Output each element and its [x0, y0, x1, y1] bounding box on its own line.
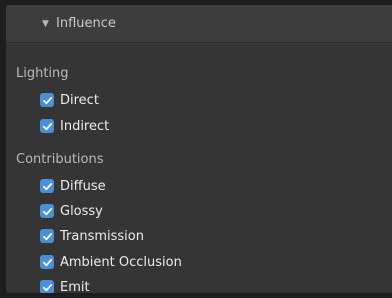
checkbox-direct[interactable]: [40, 93, 54, 107]
checkbox-label-transmission: Transmission: [60, 228, 144, 244]
checkbox-row-diffuse[interactable]: Diffuse: [40, 177, 106, 195]
checkmark-icon: [42, 232, 52, 240]
checkbox-glossy[interactable]: [40, 204, 54, 218]
checkbox-row-direct[interactable]: Direct: [40, 91, 99, 109]
checkmark-icon: [42, 182, 52, 190]
triangle-down-icon: ▼: [42, 18, 49, 29]
checkbox-row-emit[interactable]: Emit: [40, 278, 90, 293]
checkmark-icon: [42, 207, 52, 215]
checkmark-icon: [42, 96, 52, 104]
checkbox-row-ambient-occlusion[interactable]: Ambient Occlusion: [40, 253, 182, 271]
influence-panel: ▼ Influence Lighting Direct Indirect Con…: [6, 5, 392, 293]
checkbox-indirect[interactable]: [40, 119, 54, 133]
checkbox-label-indirect: Indirect: [60, 118, 110, 134]
checkmark-icon: [42, 122, 52, 130]
checkbox-label-emit: Emit: [60, 279, 90, 294]
checkbox-label-diffuse: Diffuse: [60, 178, 106, 194]
checkbox-diffuse[interactable]: [40, 179, 54, 193]
section-label-contributions: Contributions: [16, 152, 104, 167]
checkbox-transmission[interactable]: [40, 229, 54, 243]
checkbox-label-glossy: Glossy: [60, 203, 103, 219]
checkmark-icon: [42, 258, 52, 266]
checkbox-row-indirect[interactable]: Indirect: [40, 117, 109, 135]
section-label-lighting: Lighting: [16, 66, 69, 81]
checkbox-emit[interactable]: [40, 280, 54, 293]
checkbox-label-ambient-occlusion: Ambient Occlusion: [60, 254, 182, 270]
panel-body: Lighting Direct Indirect Contributions D…: [6, 44, 392, 293]
checkbox-row-glossy[interactable]: Glossy: [40, 202, 103, 220]
checkmark-icon: [42, 283, 52, 291]
panel-title: Influence: [56, 16, 116, 31]
influence-panel-header[interactable]: ▼ Influence: [6, 5, 392, 43]
checkbox-row-transmission[interactable]: Transmission: [40, 227, 144, 245]
checkbox-ambient-occlusion[interactable]: [40, 255, 54, 269]
checkbox-label-direct: Direct: [60, 92, 99, 108]
